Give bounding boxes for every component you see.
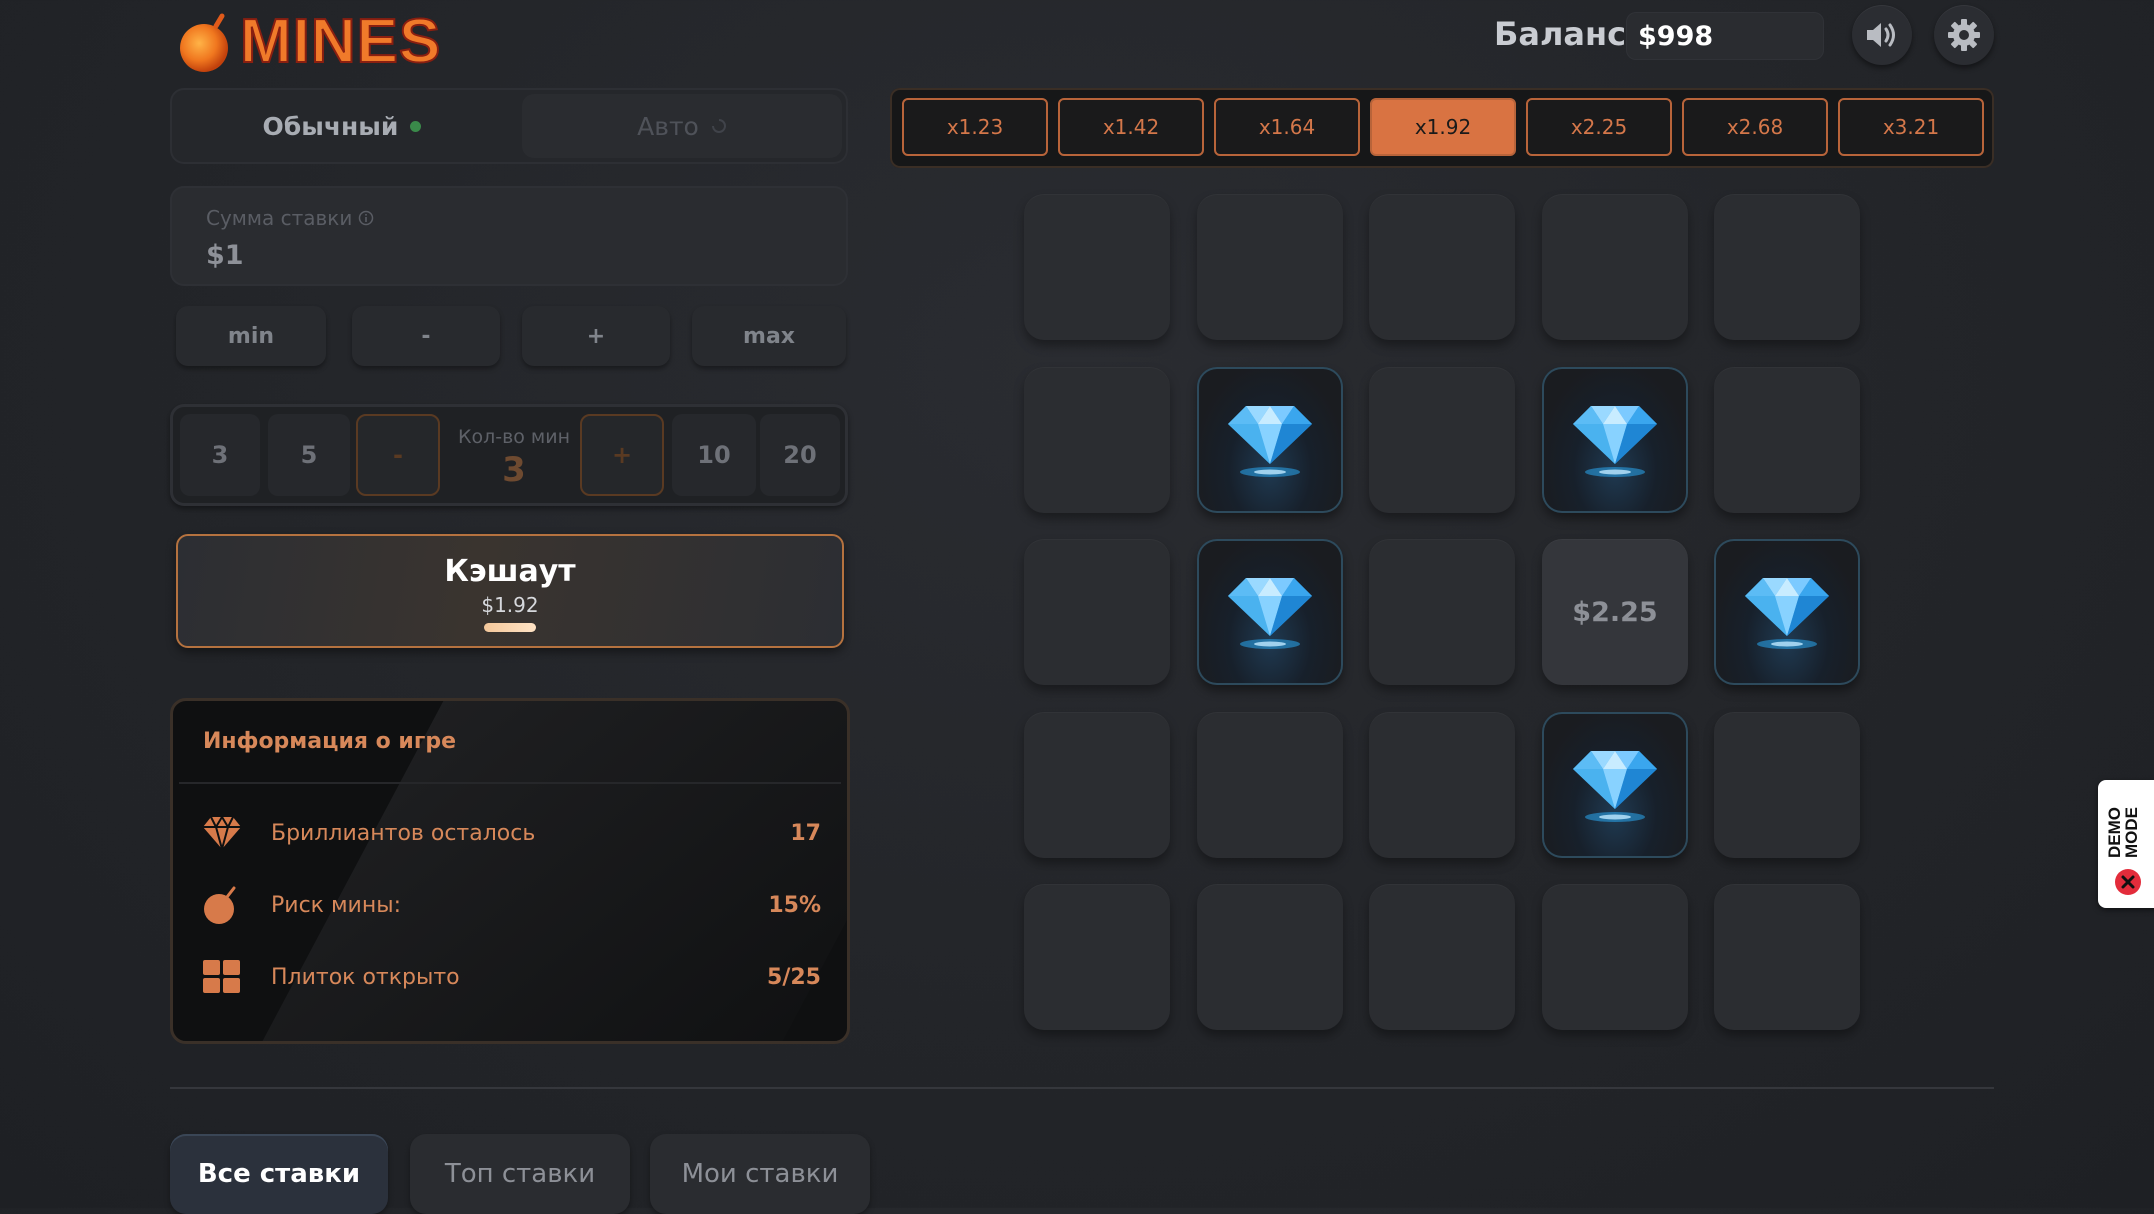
sound-button[interactable] bbox=[1852, 5, 1912, 65]
bet-amount-label: Сумма ставки bbox=[206, 206, 353, 230]
tab-normal-label: Обычный bbox=[262, 111, 399, 141]
multiplier-3: x1.64 bbox=[1214, 98, 1360, 156]
tile-hidden[interactable] bbox=[1024, 539, 1170, 685]
section-divider bbox=[170, 1087, 1994, 1089]
bomb-icon bbox=[204, 886, 236, 924]
multiplier-4-current: x1.92 bbox=[1370, 98, 1516, 156]
diamond-icon bbox=[1567, 735, 1663, 835]
tile-hidden[interactable] bbox=[1197, 884, 1343, 1030]
tab-auto[interactable]: Авто bbox=[522, 94, 842, 158]
tile-hidden[interactable] bbox=[1714, 712, 1860, 858]
info-divider bbox=[179, 782, 841, 784]
diamond-icon bbox=[1567, 390, 1663, 490]
bet-decrease-button[interactable]: - bbox=[352, 306, 500, 366]
info-row-value: 17 bbox=[790, 820, 821, 846]
tile-hidden[interactable] bbox=[1369, 884, 1515, 1030]
bomb-logo-icon bbox=[178, 12, 234, 72]
tile-hidden[interactable] bbox=[1369, 539, 1515, 685]
diamond-icon bbox=[1222, 390, 1318, 490]
tile-hidden[interactable] bbox=[1024, 367, 1170, 513]
tile-hidden[interactable] bbox=[1714, 367, 1860, 513]
tile-revealed-value[interactable]: $2.25 bbox=[1542, 539, 1688, 685]
balance-label: Баланс: bbox=[1494, 15, 1639, 53]
mines-preset-20[interactable]: 20 bbox=[760, 414, 840, 496]
tab-all-bets[interactable]: Все ставки bbox=[170, 1134, 388, 1214]
mines-count-selector: 3 5 - Кол-во мин 3 + 10 20 bbox=[170, 404, 848, 506]
bet-amount-value: $1 bbox=[206, 240, 244, 271]
diamond-icon bbox=[203, 815, 241, 851]
logo: MINES bbox=[178, 6, 441, 78]
tile-hidden[interactable] bbox=[1369, 367, 1515, 513]
tile-hidden[interactable] bbox=[1542, 884, 1688, 1030]
tile-hidden[interactable] bbox=[1197, 194, 1343, 340]
mines-count-label: Кол-во мин bbox=[457, 426, 571, 448]
mines-preset-10[interactable]: 10 bbox=[672, 414, 756, 496]
multiplier-1: x1.23 bbox=[902, 98, 1048, 156]
multiplier-bar: x1.23 x1.42 x1.64 x1.92 x2.25 x2.68 x3.2… bbox=[890, 88, 1994, 168]
info-row-label: Плиток открыто bbox=[271, 964, 460, 990]
info-row-mine-risk: Риск мины: 15% bbox=[201, 883, 821, 927]
spinner-icon bbox=[711, 119, 726, 133]
mines-count-display: Кол-во мин 3 bbox=[446, 412, 582, 498]
tab-top-bets[interactable]: Топ ставки bbox=[410, 1134, 630, 1214]
bet-max-button[interactable]: max bbox=[692, 306, 846, 366]
bet-min-button[interactable]: min bbox=[176, 306, 326, 366]
info-row-label: Риск мины: bbox=[271, 892, 402, 918]
gear-icon bbox=[1948, 19, 1980, 51]
balance-value: $998 bbox=[1626, 12, 1824, 60]
status-dot bbox=[410, 120, 422, 132]
settings-button[interactable] bbox=[1934, 5, 1994, 65]
mode-switch: Обычный Авто bbox=[170, 88, 848, 164]
tile-hidden[interactable] bbox=[1024, 884, 1170, 1030]
demo-mode-text: DEMO MODE bbox=[2105, 807, 2141, 858]
info-row-tiles-opened: Плиток открыто 5/25 bbox=[201, 955, 821, 999]
multiplier-6: x2.68 bbox=[1682, 98, 1828, 156]
multiplier-7: x3.21 bbox=[1838, 98, 1984, 156]
info-icon bbox=[359, 210, 374, 226]
tile-hidden[interactable] bbox=[1714, 884, 1860, 1030]
tile-gem[interactable] bbox=[1542, 367, 1688, 513]
cashout-progress-bar bbox=[484, 623, 536, 632]
bet-increase-button[interactable]: + bbox=[522, 306, 670, 366]
tab-my-bets[interactable]: Мои ставки bbox=[650, 1134, 870, 1214]
mines-increase-button[interactable]: + bbox=[580, 414, 664, 496]
info-row-diamonds: Бриллиантов осталось 17 bbox=[201, 811, 821, 855]
info-row-value: 15% bbox=[768, 892, 821, 918]
tile-gem[interactable] bbox=[1197, 367, 1343, 513]
tile-hidden[interactable] bbox=[1024, 712, 1170, 858]
multiplier-5: x2.25 bbox=[1526, 98, 1672, 156]
tile-hidden[interactable] bbox=[1369, 194, 1515, 340]
tile-gem[interactable] bbox=[1197, 539, 1343, 685]
cashout-amount: $1.92 bbox=[481, 593, 539, 617]
diamond-icon bbox=[1222, 562, 1318, 662]
speaker-icon bbox=[1867, 23, 1895, 47]
multiplier-2: x1.42 bbox=[1058, 98, 1204, 156]
demo-mode-badge: DEMO MODE bbox=[2098, 780, 2154, 908]
bet-amount-field[interactable]: Сумма ставки $1 bbox=[170, 186, 848, 286]
tile-hidden[interactable] bbox=[1197, 712, 1343, 858]
tile-value-text: $2.25 bbox=[1572, 596, 1658, 628]
tile-hidden[interactable] bbox=[1024, 194, 1170, 340]
info-row-label: Бриллиантов осталось bbox=[271, 820, 536, 846]
cashout-label: Кэшаут bbox=[444, 554, 576, 589]
tab-auto-label: Авто bbox=[637, 111, 699, 141]
tile-hidden[interactable] bbox=[1542, 194, 1688, 340]
mines-count-value: 3 bbox=[502, 450, 526, 490]
mines-preset-5[interactable]: 5 bbox=[268, 414, 350, 496]
info-title: Информация о игре bbox=[203, 729, 456, 754]
tile-gem[interactable] bbox=[1542, 712, 1688, 858]
mines-preset-3[interactable]: 3 bbox=[180, 414, 260, 496]
info-row-value: 5/25 bbox=[767, 964, 821, 990]
diamond-icon bbox=[1739, 562, 1835, 662]
cashout-button[interactable]: Кэшаут $1.92 bbox=[176, 534, 844, 648]
game-info-panel: Информация о игре Бриллиантов осталось 1… bbox=[170, 698, 850, 1044]
close-icon bbox=[2115, 869, 2141, 895]
tiles-icon bbox=[203, 960, 240, 993]
tab-normal[interactable]: Обычный bbox=[176, 94, 508, 158]
tile-hidden[interactable] bbox=[1369, 712, 1515, 858]
logo-title: MINES bbox=[239, 7, 442, 76]
tile-hidden[interactable] bbox=[1714, 194, 1860, 340]
mines-decrease-button[interactable]: - bbox=[356, 414, 440, 496]
tile-gem[interactable] bbox=[1714, 539, 1860, 685]
